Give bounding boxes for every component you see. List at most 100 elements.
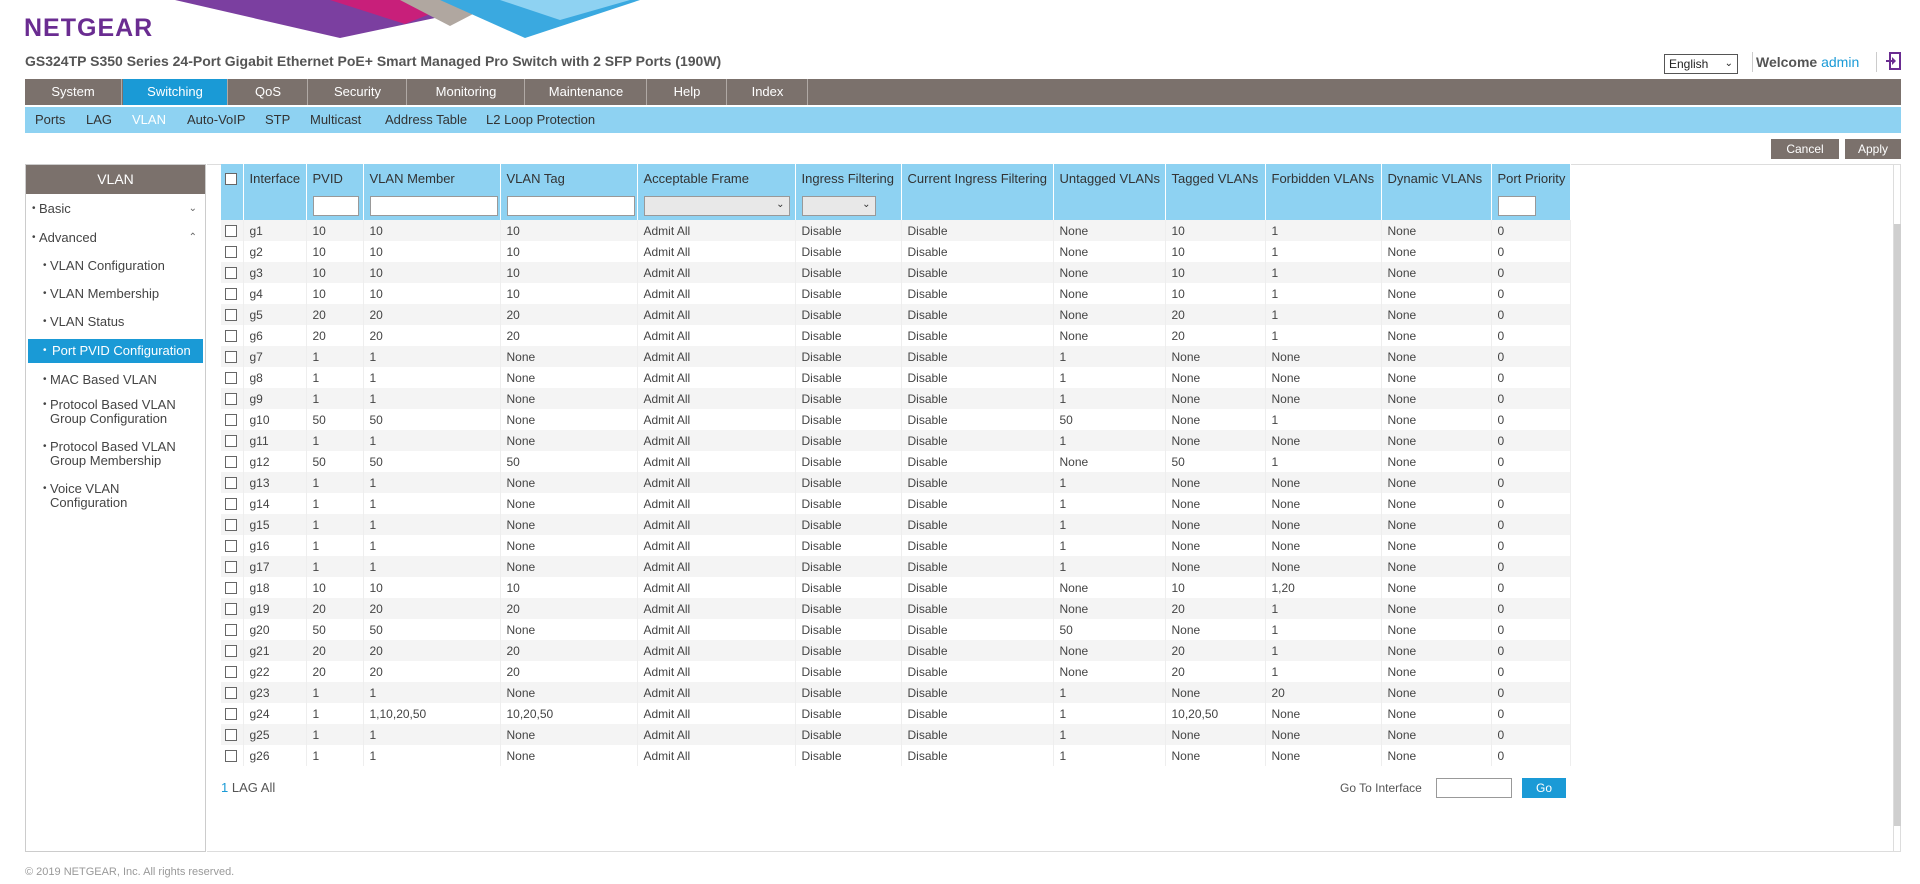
- vlan-member-input[interactable]: [369, 196, 498, 216]
- language-select[interactable]: English ⌄: [1664, 54, 1738, 74]
- column-header[interactable]: VLAN Member: [363, 164, 501, 192]
- table-row[interactable]: g25 1 1 None Admit All Disable Disable 1 None Non…: [221, 724, 1571, 745]
- table-row[interactable]: g5 20 20 20 Admit All Disable Disable None 20 1 No…: [221, 304, 1571, 325]
- table-row[interactable]: g21 20 20 20 Admit All Disable Disable None 20 1 N…: [221, 640, 1571, 661]
- table-row[interactable]: g26 1 1 None Admit All Disable Disable 1 None Non…: [221, 745, 1571, 766]
- row-checkbox[interactable]: [225, 498, 237, 511]
- row-checkbox[interactable]: [225, 351, 237, 364]
- table-row[interactable]: g15 1 1 None Admit All Disable Disable 1 None Non…: [221, 514, 1571, 535]
- go-button[interactable]: Go: [1522, 778, 1566, 798]
- table-row[interactable]: g2 10 10 10 Admit All Disable Disable None 10 1 No…: [221, 241, 1571, 262]
- sidebar-item-basic[interactable]: • Basic ⌄: [26, 199, 205, 219]
- subtab-lag[interactable]: LAG: [86, 107, 112, 133]
- table-row[interactable]: g7 1 1 None Admit All Disable Disable 1 None None…: [221, 346, 1571, 367]
- tab-maintenance[interactable]: Maintenance: [526, 79, 647, 105]
- table-row[interactable]: g4 10 10 10 Admit All Disable Disable None 10 1 No…: [221, 283, 1571, 304]
- port-priority-input[interactable]: [1497, 196, 1536, 216]
- row-checkbox[interactable]: [225, 267, 237, 280]
- column-header[interactable]: Acceptable Frame: [637, 164, 796, 192]
- table-row[interactable]: g8 1 1 None Admit All Disable Disable 1 None None…: [221, 367, 1571, 388]
- subtab-vlan[interactable]: VLAN: [132, 107, 166, 133]
- row-checkbox[interactable]: [225, 750, 237, 763]
- row-checkbox[interactable]: [225, 309, 237, 322]
- sidebar-item-advanced[interactable]: • Advanced ⌃: [26, 228, 205, 248]
- tab-system[interactable]: System: [25, 79, 122, 105]
- tab-help[interactable]: Help: [648, 79, 727, 105]
- sidebar-item-port-pvid-configuration[interactable]: • Port PVID Configuration: [28, 339, 203, 363]
- row-checkbox[interactable]: [225, 687, 237, 700]
- column-header[interactable]: Forbidden VLANs: [1265, 164, 1382, 192]
- row-checkbox[interactable]: [225, 561, 237, 574]
- table-row[interactable]: g10 50 50 None Admit All Disable Disable 50 None…: [221, 409, 1571, 430]
- scrollbar-thumb[interactable]: [1894, 224, 1901, 826]
- row-checkbox[interactable]: [225, 603, 237, 616]
- column-header[interactable]: Port Priority: [1491, 164, 1571, 192]
- tab-switching[interactable]: Switching: [123, 79, 228, 105]
- subtab-address-table[interactable]: Address Table: [385, 107, 467, 133]
- table-row[interactable]: g9 1 1 None Admit All Disable Disable 1 None None…: [221, 388, 1571, 409]
- table-row[interactable]: g11 1 1 None Admit All Disable Disable 1 None Non…: [221, 430, 1571, 451]
- tab-security[interactable]: Security: [309, 79, 407, 105]
- row-checkbox[interactable]: [225, 540, 237, 553]
- row-checkbox[interactable]: [225, 645, 237, 658]
- vlan-tag-input[interactable]: [506, 196, 635, 216]
- sidebar-item-vlan-status[interactable]: • VLAN Status: [26, 312, 205, 332]
- table-row[interactable]: g22 20 20 20 Admit All Disable Disable None 20 1 N…: [221, 661, 1571, 682]
- sidebar-item-protocol-vlan-group-membership[interactable]: • Protocol Based VLAN Group Membership: [26, 440, 205, 472]
- table-row[interactable]: g12 50 50 50 Admit All Disable Disable None 50 1 N…: [221, 451, 1571, 472]
- table-row[interactable]: g3 10 10 10 Admit All Disable Disable None 10 1 No…: [221, 262, 1571, 283]
- column-header[interactable]: Interface: [243, 164, 307, 192]
- row-checkbox[interactable]: [225, 708, 237, 721]
- row-checkbox[interactable]: [225, 372, 237, 385]
- row-checkbox[interactable]: [225, 330, 237, 343]
- table-row[interactable]: g23 1 1 None Admit All Disable Disable 1 None 20 N…: [221, 682, 1571, 703]
- row-checkbox[interactable]: [225, 477, 237, 490]
- username-link[interactable]: admin: [1821, 54, 1859, 70]
- row-checkbox[interactable]: [225, 393, 237, 406]
- select-all-checkbox[interactable]: [225, 173, 237, 186]
- row-checkbox[interactable]: [225, 624, 237, 637]
- column-header[interactable]: Untagged VLANs: [1053, 164, 1166, 192]
- table-row[interactable]: g19 20 20 20 Admit All Disable Disable None 20 1 N…: [221, 598, 1571, 619]
- table-row[interactable]: g1 10 10 10 Admit All Disable Disable None 10 1 No…: [221, 220, 1571, 241]
- sidebar-item-vlan-membership[interactable]: • VLAN Membership: [26, 284, 205, 304]
- column-header[interactable]: Current Ingress Filtering: [901, 164, 1054, 192]
- table-row[interactable]: g17 1 1 None Admit All Disable Disable 1 None Non…: [221, 556, 1571, 577]
- row-checkbox[interactable]: [225, 246, 237, 259]
- pager-page-1[interactable]: 1: [221, 780, 228, 795]
- cancel-button[interactable]: Cancel: [1771, 139, 1839, 159]
- subtab-l2-loop-protection[interactable]: L2 Loop Protection: [486, 107, 595, 133]
- sidebar-item-voice-vlan-configuration[interactable]: • Voice VLAN Configuration: [26, 482, 205, 514]
- logout-icon[interactable]: [1886, 52, 1902, 70]
- table-row[interactable]: g24 1 1,10,20,50 10,20,50 Admit All Disable Di…: [221, 703, 1571, 724]
- acceptable-frame-select[interactable]: ⌄: [643, 196, 790, 216]
- pvid-input[interactable]: [312, 196, 359, 216]
- table-row[interactable]: g6 20 20 20 Admit All Disable Disable None 20 1 No…: [221, 325, 1571, 346]
- pager-all[interactable]: All: [261, 780, 275, 795]
- sidebar-item-protocol-vlan-group-configuration[interactable]: • Protocol Based VLAN Group Configuratio…: [26, 398, 205, 430]
- table-row[interactable]: g13 1 1 None Admit All Disable Disable 1 None Non…: [221, 472, 1571, 493]
- subtab-ports[interactable]: Ports: [35, 107, 65, 133]
- row-checkbox[interactable]: [225, 582, 237, 595]
- row-checkbox[interactable]: [225, 666, 237, 679]
- column-header[interactable]: Ingress Filtering: [795, 164, 902, 192]
- ingress-filtering-select[interactable]: ⌄: [801, 196, 876, 216]
- row-checkbox[interactable]: [225, 225, 237, 238]
- table-row[interactable]: g18 10 10 10 Admit All Disable Disable None 10 1,…: [221, 577, 1571, 598]
- sidebar-item-vlan-configuration[interactable]: • VLAN Configuration: [26, 256, 205, 276]
- subtab-auto-voip[interactable]: Auto-VoIP: [187, 107, 246, 133]
- column-header[interactable]: VLAN Tag: [500, 164, 638, 192]
- row-checkbox[interactable]: [225, 519, 237, 532]
- subtab-multicast[interactable]: Multicast: [310, 107, 361, 133]
- row-checkbox[interactable]: [225, 288, 237, 301]
- sidebar-item-mac-based-vlan[interactable]: • MAC Based VLAN: [26, 370, 205, 390]
- column-header[interactable]: PVID: [306, 164, 364, 192]
- table-row[interactable]: g14 1 1 None Admit All Disable Disable 1 None Non…: [221, 493, 1571, 514]
- column-header[interactable]: Tagged VLANs: [1165, 164, 1266, 192]
- goto-interface-input[interactable]: [1436, 778, 1512, 798]
- row-checkbox[interactable]: [225, 456, 237, 469]
- row-checkbox[interactable]: [225, 414, 237, 427]
- tab-qos[interactable]: QoS: [229, 79, 308, 105]
- pager-lag[interactable]: LAG: [232, 780, 258, 795]
- column-header[interactable]: Dynamic VLANs: [1381, 164, 1492, 192]
